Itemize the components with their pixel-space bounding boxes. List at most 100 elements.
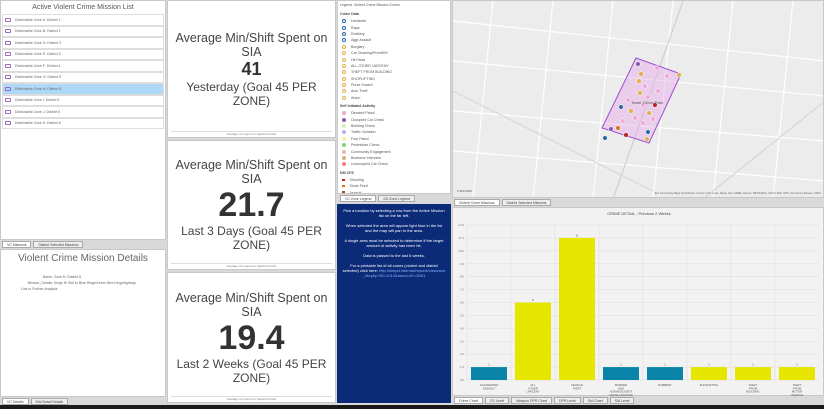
analysis-link[interactable]: Link to Further Analysis — [21, 287, 57, 291]
incident-marker[interactable] — [608, 126, 614, 132]
tab-chart-5[interactable]: SIA Level — [609, 397, 635, 404]
legend-label: Aggr Assault — [351, 38, 372, 43]
mission-list-item[interactable]: Districtwide Zone F: District 4 — [2, 60, 164, 72]
bar[interactable] — [515, 302, 551, 381]
mission-name: Districtwide Zone D: District 3 — [15, 40, 61, 45]
legend-group-title: DM CFS — [340, 170, 354, 175]
mission-list-item[interactable]: Districtwide Zone A: District 1 — [2, 14, 164, 26]
legend-symbol-icon — [342, 156, 346, 160]
mission-name: Districtwide Zone B: District 1 — [15, 29, 61, 34]
mission-list-item[interactable]: Districtwide Zone J: District 6 — [2, 106, 164, 118]
legend-symbol-icon — [342, 111, 346, 116]
incident-marker[interactable] — [632, 115, 638, 121]
mission-name: Districtwide Zone K: District 6 — [15, 121, 61, 126]
legend-label: Occupied Car Check — [351, 117, 385, 122]
incident-marker[interactable] — [615, 125, 621, 131]
tab-district-selected-missions-map[interactable]: District Selected Missions — [501, 199, 552, 206]
legend-label: Community Engagement — [351, 149, 391, 154]
mission-list-item[interactable]: Districtwide Zone D: District 3 — [2, 37, 164, 49]
legend-label: Traffic Violation — [351, 130, 376, 135]
mission-list-item[interactable]: Districtwide Zone E: District 3 — [2, 48, 164, 60]
incident-marker[interactable] — [618, 104, 624, 110]
y-tick-label: 0.0 — [460, 378, 465, 382]
chart-title: CRIME DETAIL - Previous 2 Weeks — [607, 211, 670, 216]
tab-chart-0[interactable]: Crime Chart — [454, 397, 483, 404]
incident-marker[interactable] — [602, 135, 608, 141]
incident-marker[interactable] — [645, 129, 651, 135]
mission-list-item[interactable]: Districtwide Zone K: District 6 — [2, 117, 164, 129]
legend-group-title: Self Initiated Activity — [340, 104, 376, 109]
data-label: 6 — [532, 298, 534, 302]
x-tick-label: THEFTFROMMOTORVEHICLEPARTS/ACCESSORIES — [782, 383, 812, 397]
tab-chart-4[interactable]: SIA Chart — [582, 397, 608, 404]
bar[interactable] — [779, 367, 815, 380]
x-tick-label: THEFT FROM BUILDING — [746, 383, 759, 394]
tab-vc-details[interactable]: VC Details — [2, 398, 29, 405]
y-tick-label: 6.0 — [460, 301, 465, 305]
x-tick-label: MURDER AND NONNEGLIGENT MANSLAUGHTER — [609, 383, 632, 397]
incident-marker[interactable] — [635, 61, 641, 67]
bar[interactable] — [559, 237, 595, 380]
stat-footer: Average min spent on Special Intl Als — [171, 396, 332, 401]
tab-chart-1[interactable]: CS Level — [484, 397, 510, 404]
bar[interactable] — [735, 367, 771, 380]
stat-last-3-days: Average Min/Shift Spent on SIA 21.7 Last… — [167, 140, 336, 270]
data-label: 11 — [575, 233, 578, 237]
incident-marker[interactable] — [650, 116, 656, 122]
stat-yesterday: Average Min/Shift Spent on SIA 41 Yester… — [167, 0, 336, 138]
legend-panel: Legend: Violent Crime Mission Zones Crim… — [337, 0, 451, 194]
incident-marker[interactable] — [623, 132, 629, 138]
incident-marker[interactable] — [645, 94, 651, 100]
incident-marker[interactable] — [654, 65, 660, 71]
incident-marker[interactable] — [638, 71, 644, 77]
legend-symbol-icon — [342, 31, 346, 36]
incident-marker[interactable] — [636, 78, 642, 84]
bar[interactable] — [691, 367, 727, 380]
x-tick-label: ROBBERY — [658, 383, 672, 387]
incident-marker[interactable] — [628, 108, 634, 114]
info-text: Data is passed to the last 6 weeks. — [363, 253, 425, 258]
legend-label: Robbery — [351, 31, 365, 36]
y-tick-label: 4.0 — [460, 326, 465, 330]
tab-vc-missions[interactable]: VC Missions — [2, 241, 32, 248]
mission-list-item[interactable]: Districtwide Zone I: District 5 — [2, 94, 164, 106]
incident-marker[interactable] — [676, 72, 682, 78]
incident-marker[interactable] — [620, 118, 626, 124]
incident-marker[interactable] — [644, 136, 650, 142]
mission-list-panel: Active Violent Crime Mission List Distri… — [0, 0, 166, 240]
name-value: Zone H: District 5 — [53, 275, 82, 279]
incident-marker[interactable] — [655, 88, 661, 94]
tab-dist-detail-details[interactable]: Dist Detail Details — [30, 398, 69, 405]
map-panel[interactable]: Tower Grove Park 0 300 600ft Esri Commun… — [452, 0, 824, 198]
tab-chart-2[interactable]: Weapon DPR Chart — [511, 397, 552, 404]
legend-item: Assault — [338, 189, 450, 193]
chart-panel: CRIME DETAIL - Previous 2 Weeks 0.0 1.0 2.… — [452, 207, 824, 400]
stat-footer: Average min spent on Special Intl Als — [171, 263, 332, 268]
legend-label: Foot Patrol — [351, 136, 369, 141]
map-canvas[interactable]: Tower Grove Park 0 300 600ft Esri Commun… — [453, 1, 824, 198]
mission-list-item[interactable]: Districtwide Zone G: District 5 — [2, 71, 164, 83]
folder-icon — [5, 86, 11, 91]
bar[interactable] — [647, 367, 683, 380]
tab-chart-3[interactable]: DPR Level — [553, 397, 581, 404]
y-tick-label: 7.0 — [460, 288, 465, 292]
mission-list-item[interactable]: Districtwide Zone B: District 1 — [2, 25, 164, 37]
y-tick-label: 8.0 — [460, 275, 465, 279]
incident-marker[interactable] — [640, 120, 646, 126]
legend-symbol-icon — [342, 70, 346, 75]
incident-marker[interactable] — [646, 110, 652, 116]
bar[interactable] — [603, 367, 639, 380]
bar[interactable] — [471, 367, 507, 380]
mission-list-item[interactable]: Districtwide Zone H: District 5 — [2, 83, 164, 95]
incident-marker[interactable] — [625, 97, 631, 103]
incident-marker[interactable] — [642, 83, 648, 89]
incident-marker[interactable] — [637, 90, 643, 96]
tab-ds-zone-legend[interactable]: DS Zone Legend — [378, 195, 415, 202]
stat-value: 21.7 — [218, 186, 285, 224]
tab-district-selected-missions[interactable]: District Selected Missions — [33, 241, 84, 248]
folder-icon — [5, 17, 11, 22]
tab-vc-zone-legend[interactable]: VC Zone Legend — [340, 195, 377, 202]
tab-violent-crime-missions[interactable]: Violent Crime Missions — [454, 199, 500, 206]
y-tick-label: 9.0 — [460, 262, 465, 266]
incident-marker[interactable] — [664, 73, 670, 79]
